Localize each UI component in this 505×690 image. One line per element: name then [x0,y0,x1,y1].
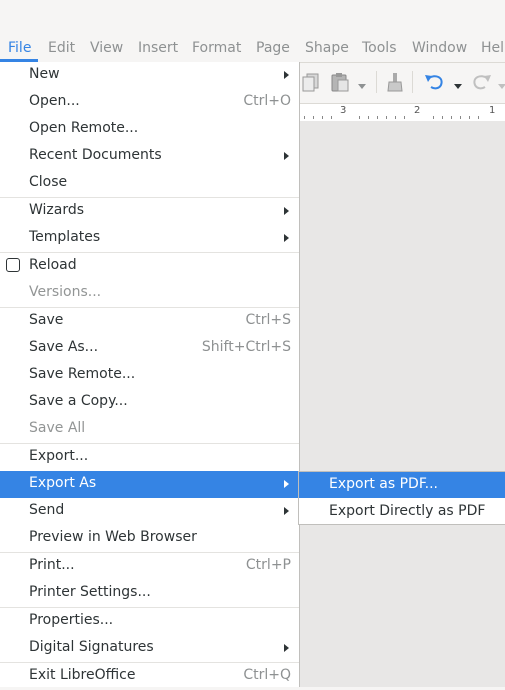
menu-item-label: Properties... [29,612,114,628]
menu-item-exit-libreoffice[interactable]: Exit LibreOffice Ctrl+Q [0,663,299,690]
ruler-label: 1 [489,105,496,116]
menu-item-label: Save All [29,420,86,436]
menu-item-label: Open... [29,93,80,109]
menu-item-preview-in-web-browser[interactable]: Preview in Web Browser [0,525,299,552]
menu-item-label: Save Remote... [29,366,136,382]
submenu-arrow-icon [284,507,289,515]
menu-item-send[interactable]: Send [0,498,299,525]
menu-item-label: Preview in Web Browser [29,529,197,545]
menu-item-label: Send [29,502,65,518]
menu-item-templates[interactable]: Templates [0,225,299,252]
file-menu: New Open... Ctrl+O Open Remote... Recent… [0,62,300,687]
menu-item-label: Save [29,312,64,328]
menu-item-export-as[interactable]: Export As [0,471,299,498]
menu-item-label: Recent Documents [29,147,162,163]
menu-format[interactable]: Format [192,40,241,56]
menu-item-open-remote[interactable]: Open Remote... [0,116,299,143]
menu-item-label: Print... [29,557,75,573]
menu-item-label: Reload [29,257,77,273]
clone-formatting-icon[interactable] [386,72,404,96]
paste-dropdown-icon[interactable] [358,78,366,94]
menu-item-label: Templates [29,229,101,245]
submenu-arrow-icon [284,207,289,215]
menu-bar: File Edit View Insert Format Page Shape … [0,35,505,63]
submenu-item-export-as-pdf[interactable]: Export as PDF... [299,472,505,498]
menu-item-save-all: Save All [0,416,299,443]
submenu-arrow-icon [284,480,289,488]
menu-page[interactable]: Page [256,40,290,56]
reload-checkbox[interactable] [6,258,20,272]
toolbar-separator [376,71,377,93]
menu-item-new[interactable]: New [0,62,299,89]
toolbar-separator [412,71,413,93]
menu-item-save[interactable]: Save Ctrl+S [0,308,299,335]
redo-icon[interactable] [470,72,492,96]
copy-icon[interactable] [302,72,320,96]
menu-item-save-remote[interactable]: Save Remote... [0,362,299,389]
menu-item-properties[interactable]: Properties... [0,608,299,635]
submenu-item-export-directly-as-pdf[interactable]: Export Directly as PDF [299,499,505,525]
ruler-label: 3 [340,105,347,116]
menu-item-label: New [29,66,60,82]
menu-item-label: Export As [29,475,97,491]
menu-item-reload[interactable]: Reload [0,253,299,280]
drawing-canvas[interactable] [300,121,505,687]
menu-item-label: Export Directly as PDF [329,503,486,519]
menu-item-open[interactable]: Open... Ctrl+O [0,89,299,116]
submenu-arrow-icon [284,71,289,79]
menu-item-close[interactable]: Close [0,170,299,197]
menu-item-recent-documents[interactable]: Recent Documents [0,143,299,170]
paste-icon[interactable] [330,72,352,96]
menu-shape[interactable]: Shape [305,40,349,56]
menu-tools[interactable]: Tools [362,40,397,56]
export-as-submenu: Export as PDF... Export Directly as PDF [298,471,505,525]
toolbar [300,63,505,101]
menu-item-label: Exit LibreOffice [29,667,136,683]
submenu-arrow-icon [284,234,289,242]
submenu-arrow-icon [284,644,289,652]
menu-item-digital-signatures[interactable]: Digital Signatures [0,635,299,662]
menu-item-versions: Versions... [0,280,299,307]
menu-window[interactable]: Window [412,40,467,56]
menu-item-label: Close [29,174,68,190]
ruler-label: 2 [414,105,421,116]
menu-item-label: Save a Copy... [29,393,128,409]
menu-item-shortcut: Ctrl+S [245,312,291,328]
undo-dropdown-icon[interactable] [454,78,462,94]
menu-item-shortcut: Ctrl+P [245,557,291,573]
menu-file[interactable]: File [8,40,31,56]
horizontal-ruler: 3 2 1 [300,103,505,122]
menu-item-label: Versions... [29,284,102,300]
title-bar [0,0,505,35]
menu-view[interactable]: View [90,40,123,56]
menu-item-shortcut: Shift+Ctrl+S [201,339,291,355]
menu-item-label: Open Remote... [29,120,139,136]
menu-edit[interactable]: Edit [48,40,75,56]
menu-item-label: Digital Signatures [29,639,154,655]
menu-item-export[interactable]: Export... [0,444,299,471]
menu-item-shortcut: Ctrl+Q [243,667,291,683]
menu-item-label: Export... [29,448,89,464]
menu-item-print[interactable]: Print... Ctrl+P [0,553,299,580]
menu-item-printer-settings[interactable]: Printer Settings... [0,580,299,607]
submenu-arrow-icon [284,152,289,160]
redo-dropdown-icon[interactable] [498,78,505,94]
menu-help[interactable]: Hel [481,40,504,56]
undo-icon[interactable] [424,72,446,96]
menu-item-save-a-copy[interactable]: Save a Copy... [0,389,299,416]
menu-item-wizards[interactable]: Wizards [0,198,299,225]
menu-item-save-as[interactable]: Save As... Shift+Ctrl+S [0,335,299,362]
menu-item-label: Printer Settings... [29,584,151,600]
menu-item-label: Export as PDF... [329,476,438,492]
menu-item-label: Save As... [29,339,99,355]
menu-insert[interactable]: Insert [138,40,178,56]
menu-item-shortcut: Ctrl+O [243,93,291,109]
menu-item-label: Wizards [29,202,85,218]
